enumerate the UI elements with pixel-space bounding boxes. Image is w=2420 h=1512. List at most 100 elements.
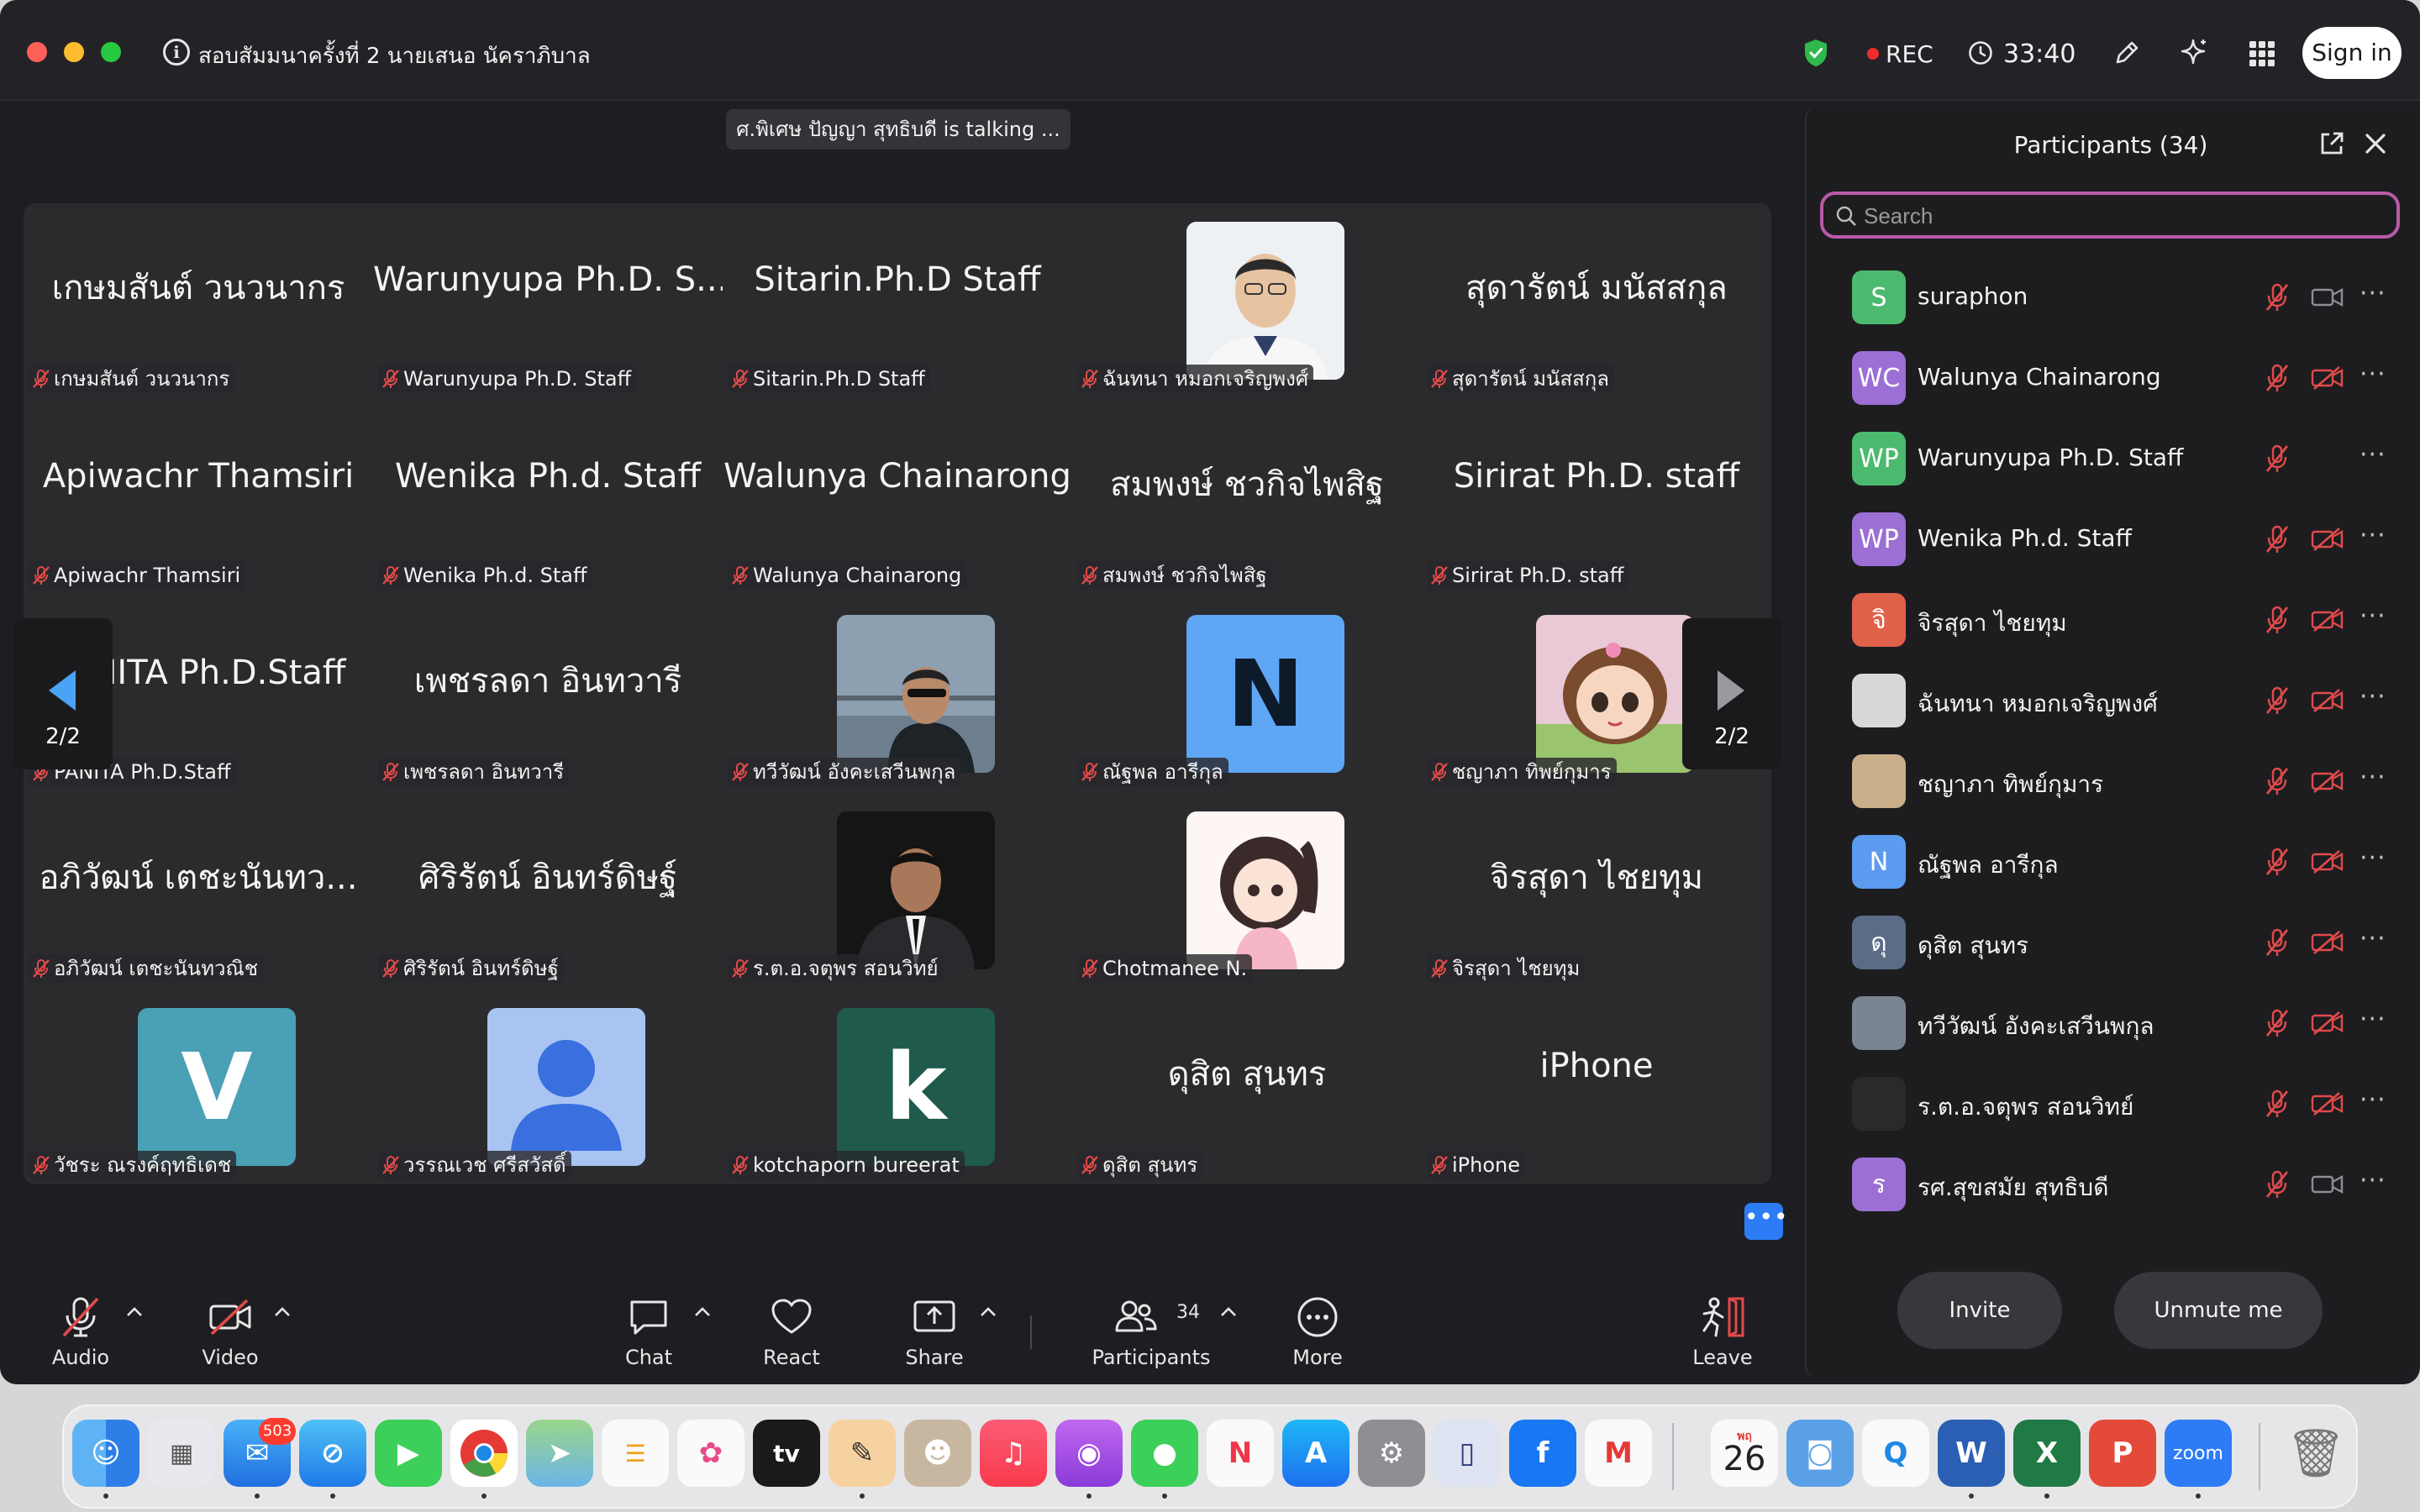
participant-more-button[interactable]: ··· bbox=[2360, 843, 2386, 873]
info-icon[interactable]: i bbox=[163, 39, 190, 66]
video-tile[interactable]: ทวีวัฒน์ อังคะเสวีนพกุล bbox=[723, 596, 1072, 793]
video-tile[interactable]: N ณัฐพล อารีกุล bbox=[1072, 596, 1422, 793]
close-window-button[interactable] bbox=[27, 42, 47, 62]
participant-more-button[interactable]: ··· bbox=[2360, 682, 2386, 711]
gallery-prev-page-button[interactable]: 2/2 bbox=[13, 618, 113, 769]
mic-muted-icon[interactable] bbox=[2264, 282, 2291, 312]
video-tile[interactable]: เกษมสันต์ วนวนากร เกษมสันต์ วนวนากร bbox=[24, 203, 373, 400]
video-tile[interactable]: ร.ต.อ.จตุพร สอนวิทย์ bbox=[723, 793, 1072, 990]
storage-app-icon[interactable]: ◙ bbox=[1786, 1420, 1854, 1487]
video-tile[interactable]: iPhone iPhone bbox=[1422, 990, 1771, 1186]
unmute-me-button[interactable]: Unmute me bbox=[2114, 1272, 2323, 1349]
video-tile[interactable]: V วัชระ ณรงค์ฤทธิเดช bbox=[24, 990, 373, 1186]
microsoft-word-icon[interactable]: W bbox=[1938, 1420, 2005, 1487]
mic-muted-icon[interactable] bbox=[2264, 363, 2291, 393]
shield-icon[interactable] bbox=[1803, 39, 1828, 67]
leave-button[interactable]: Leave bbox=[1655, 1290, 1790, 1374]
participant-more-button[interactable]: ··· bbox=[2360, 279, 2386, 308]
microsoft-excel-icon[interactable]: X bbox=[2013, 1420, 2081, 1487]
chevron-up-icon[interactable] bbox=[1218, 1302, 1239, 1322]
video-off-icon[interactable] bbox=[2311, 1092, 2344, 1116]
pencil-icon[interactable] bbox=[2112, 39, 2141, 67]
video-tile[interactable]: เพชรลดา อินทวารี เพชรลดา อินทวารี bbox=[373, 596, 723, 793]
launchpad-icon[interactable]: ▦ bbox=[148, 1420, 215, 1487]
mic-muted-icon[interactable] bbox=[2264, 1169, 2291, 1200]
apps-grid-icon[interactable] bbox=[2249, 40, 2275, 67]
gallery-next-page-button[interactable]: 2/2 bbox=[1682, 618, 1781, 769]
safari-icon[interactable]: ⊘ bbox=[299, 1420, 366, 1487]
maps-icon[interactable]: ➤ bbox=[526, 1420, 593, 1487]
mic-muted-icon[interactable] bbox=[2264, 605, 2291, 635]
recording-label[interactable]: REC bbox=[1886, 40, 1933, 68]
participant-more-button[interactable]: ··· bbox=[2360, 521, 2386, 550]
tile-more-options-button[interactable]: ••• bbox=[1744, 1203, 1788, 1240]
acrobat-icon[interactable]: P bbox=[2089, 1420, 2156, 1487]
trash-icon[interactable]: 🗑 bbox=[2282, 1420, 2349, 1487]
video-tile[interactable]: Sirirat Ph.D. staff Sirirat Ph.D. staff bbox=[1422, 400, 1771, 596]
react-button[interactable]: React bbox=[724, 1290, 859, 1374]
participant-more-button[interactable]: ··· bbox=[2360, 1005, 2386, 1034]
participant-search-box[interactable] bbox=[1820, 192, 2400, 239]
video-tile[interactable]: สุดารัตน์ มนัสสกุล สุดารัตน์ มนัสสกุล bbox=[1422, 203, 1771, 400]
chevron-up-icon[interactable] bbox=[272, 1302, 292, 1322]
participant-row[interactable]: WC Walunya Chainarong ··· bbox=[1807, 338, 2417, 418]
video-off-icon[interactable] bbox=[2311, 528, 2344, 551]
facebook-icon[interactable]: f bbox=[1509, 1420, 1576, 1487]
video-off-icon[interactable] bbox=[2311, 850, 2344, 874]
gmail-icon[interactable]: M bbox=[1585, 1420, 1652, 1487]
apple-tv-icon[interactable]: tv bbox=[753, 1420, 820, 1487]
zoom-icon[interactable]: zoom bbox=[2165, 1420, 2232, 1487]
video-off-icon[interactable] bbox=[2311, 689, 2344, 712]
participant-row[interactable]: จิ จิรสุดา ไชยทุม ··· bbox=[1807, 580, 2417, 660]
video-camera-icon[interactable] bbox=[2311, 1173, 2344, 1196]
ai-companion-sparkle-icon[interactable] bbox=[2178, 37, 2210, 69]
mic-muted-icon[interactable] bbox=[2264, 444, 2291, 474]
news-icon[interactable]: N bbox=[1207, 1420, 1274, 1487]
participant-row[interactable]: ร รศ.สุขสมัย สุทธิบดี ··· bbox=[1807, 1144, 2417, 1225]
video-tile[interactable]: Walunya Chainarong Walunya Chainarong bbox=[723, 400, 1072, 596]
minimize-window-button[interactable] bbox=[64, 42, 84, 62]
goodnotes-icon[interactable]: ✎ bbox=[829, 1420, 896, 1487]
video-off-icon[interactable] bbox=[2311, 1011, 2344, 1035]
system-settings-icon[interactable]: ⚙ bbox=[1358, 1420, 1425, 1487]
maximize-window-button[interactable] bbox=[101, 42, 121, 62]
video-tile[interactable]: ศิริรัตน์ อินทร์ดิษฐ์ ศิริรัตน์ อินทร์ดิ… bbox=[373, 793, 723, 990]
participant-more-button[interactable]: ··· bbox=[2360, 601, 2386, 631]
participant-row[interactable]: ทวีวัฒน์ อังคะเสวีนพกุล ··· bbox=[1807, 983, 2417, 1063]
messages-icon[interactable]: ● bbox=[1131, 1420, 1198, 1487]
video-off-icon[interactable] bbox=[2311, 931, 2344, 954]
chevron-up-icon[interactable] bbox=[692, 1302, 713, 1322]
video-tile[interactable]: Apiwachr Thamsiri Apiwachr Thamsiri bbox=[24, 400, 373, 596]
video-tile[interactable]: Chotmanee N. bbox=[1072, 793, 1422, 990]
popout-icon[interactable] bbox=[2317, 129, 2346, 158]
podcasts-icon[interactable]: ◉ bbox=[1055, 1420, 1123, 1487]
invite-button[interactable]: Invite bbox=[1897, 1272, 2062, 1349]
mic-muted-icon[interactable] bbox=[2264, 766, 2291, 796]
close-icon[interactable] bbox=[2361, 129, 2390, 158]
video-off-icon[interactable] bbox=[2311, 769, 2344, 793]
mic-muted-icon[interactable] bbox=[2264, 1008, 2291, 1038]
video-tile[interactable]: Wenika Ph.d. Staff Wenika Ph.d. Staff bbox=[373, 400, 723, 596]
participant-more-button[interactable]: ··· bbox=[2360, 1166, 2386, 1195]
search-input[interactable] bbox=[1864, 200, 2368, 232]
video-off-icon[interactable] bbox=[2311, 366, 2344, 390]
chrome-icon[interactable] bbox=[450, 1420, 518, 1487]
video-tile[interactable]: ฉันทนา หมอกเจริญพงศ์ bbox=[1072, 203, 1422, 400]
video-tile[interactable]: อภิวัฒน์ เตชะนันทว... อภิวัฒน์ เตชะนันทว… bbox=[24, 793, 373, 990]
participant-more-button[interactable]: ··· bbox=[2360, 763, 2386, 792]
participant-more-button[interactable]: ··· bbox=[2360, 1085, 2386, 1115]
mic-muted-icon[interactable] bbox=[2264, 847, 2291, 877]
video-tile[interactable]: ดุสิต สุนทร ดุสิต สุนทร bbox=[1072, 990, 1422, 1186]
participant-row[interactable]: ชญาภา ทิพย์กุมาร ··· bbox=[1807, 741, 2417, 822]
more-button[interactable]: More bbox=[1250, 1290, 1385, 1374]
participant-row[interactable]: ฉันทนา หมอกเจริญพงศ์ ··· bbox=[1807, 660, 2417, 741]
participant-more-button[interactable]: ··· bbox=[2360, 360, 2386, 389]
mic-muted-icon[interactable] bbox=[2264, 927, 2291, 958]
mic-muted-icon[interactable] bbox=[2264, 1089, 2291, 1119]
mic-muted-icon[interactable] bbox=[2264, 685, 2291, 716]
mic-muted-icon[interactable] bbox=[2264, 524, 2291, 554]
finder-icon[interactable]: ☺ bbox=[72, 1420, 139, 1487]
chevron-up-icon[interactable] bbox=[978, 1302, 998, 1322]
participant-more-button[interactable]: ··· bbox=[2360, 440, 2386, 470]
calendar-icon[interactable]: พฤ 26 bbox=[1711, 1420, 1778, 1487]
